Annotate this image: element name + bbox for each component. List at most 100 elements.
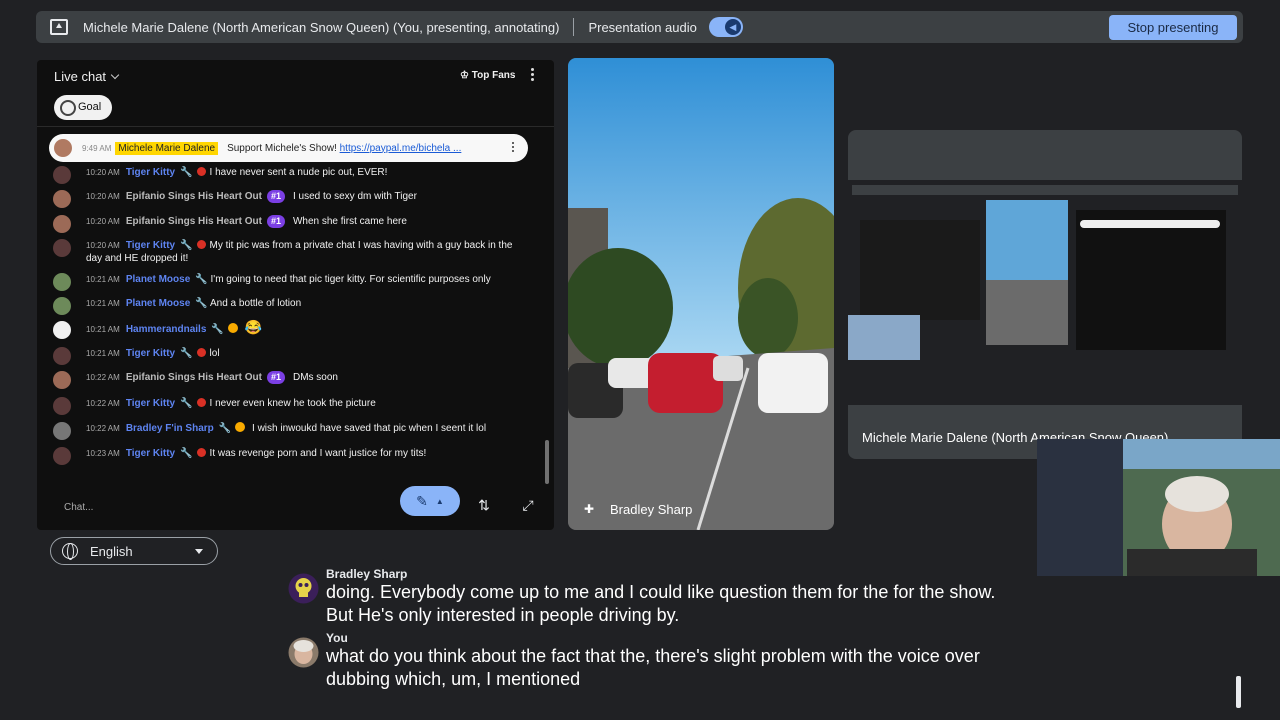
crown-icon: ♔: [460, 70, 472, 81]
avatar: [288, 637, 319, 668]
goal-chip[interactable]: Goal: [54, 95, 112, 120]
divider: [573, 18, 575, 36]
chat-message: 10:21 AM Tiger Kitty 🔧 lol: [53, 347, 523, 365]
captions-area: Bradley Sharp doing. Everybody come up t…: [288, 567, 1008, 691]
coin-icon: [235, 422, 246, 432]
caption-speaker: Bradley Sharp: [326, 567, 408, 581]
chat-message: 10:20 AM Epifanio Sings His Heart Out #1 I …: [53, 190, 523, 208]
expand-icon: ⤢: [522, 496, 534, 513]
avatar: [53, 166, 71, 184]
meet-window: Michele Marie Dalene (North American Sno…: [0, 0, 1280, 720]
pinned-message[interactable]: 9:49 AM Michele Marie Dalene Support Mic…: [49, 134, 528, 162]
fan-rank-badge: #1: [266, 215, 285, 228]
pin-icon: ✚: [584, 502, 595, 516]
wrench-icon: 🔧: [218, 423, 232, 434]
caret-down-icon: [195, 548, 203, 554]
author-name[interactable]: Epifanio Sings His Heart Out: [126, 372, 262, 383]
globe-icon: [62, 543, 78, 560]
chat-message: 10:22 AM Tiger Kitty 🔧 I never even knew he…: [53, 397, 523, 415]
swap-button[interactable]: ⇅: [470, 490, 498, 520]
status-icon: [196, 240, 206, 249]
pinned-text: Support Michele's Show! https://paypal.m…: [227, 142, 462, 154]
participant-name: Bradley Sharp: [610, 502, 693, 517]
author-name[interactable]: Epifanio Sings His Heart Out: [126, 216, 262, 227]
top-fans-button[interactable]: ♔ Top Fans: [460, 70, 515, 81]
presenting-bar: Michele Marie Dalene (North American Sno…: [36, 11, 1243, 43]
author-name[interactable]: Tiger Kitty: [126, 240, 175, 251]
avatar: [53, 239, 71, 257]
shared-screen-preview: [848, 180, 1242, 405]
status-icon: [196, 448, 206, 457]
annotate-pen-button[interactable]: ✎ ▲: [400, 486, 460, 516]
author-name[interactable]: Tiger Kitty: [126, 167, 175, 178]
chat-message: 10:21 AM Hammerandnails 🔧 😂: [53, 320, 523, 339]
screen-thumbnail: [848, 180, 1242, 405]
author-name[interactable]: Tiger Kitty: [126, 448, 175, 459]
expand-button[interactable]: ⤢: [513, 490, 543, 520]
avatar: [53, 190, 71, 208]
presentation-audio-label: Presentation audio: [588, 19, 697, 35]
coin-icon: [227, 323, 238, 333]
wrench-icon: 🔧: [195, 298, 210, 309]
status-icon: [196, 398, 206, 407]
chat-message: 10:20 AM Tiger Kitty 🔧 I have never sent a …: [53, 166, 523, 184]
live-chat-dropdown[interactable]: Live chat: [54, 69, 120, 84]
speaker-icon: ◀: [724, 19, 741, 35]
avatar: [53, 347, 71, 365]
more-options-icon[interactable]: [512, 142, 515, 154]
avatar: [53, 321, 71, 339]
live-chat-panel: Live chat ♔ Top Fans Goal 9:49 AM Michel…: [37, 60, 554, 530]
avatar: [53, 297, 71, 315]
caption-entry: Bradley Sharp doing. Everybody come up t…: [288, 567, 1008, 627]
paypal-link[interactable]: https://paypal.me/bichela ...: [340, 143, 462, 154]
wrench-icon: 🔧: [180, 398, 193, 409]
participant-tile-street[interactable]: ✚ Bradley Sharp: [568, 58, 834, 530]
fan-rank-badge: #1: [266, 190, 285, 203]
skull-avatar-icon: [288, 573, 319, 604]
wrench-icon: 🔧: [180, 348, 193, 359]
author-name[interactable]: Planet Moose: [126, 298, 190, 309]
wrench-icon: 🔧: [180, 448, 193, 459]
author-name[interactable]: Hammerandnails: [126, 324, 207, 335]
chat-message: 10:21 AM Planet Moose 🔧 And a bottle of lo…: [53, 297, 523, 315]
avatar: [53, 273, 71, 291]
presentation-audio-toggle[interactable]: ◀: [708, 17, 743, 37]
author-name[interactable]: Tiger Kitty: [126, 348, 175, 359]
participant-tile-presenter[interactable]: Michele Marie Dalene (North American Sno…: [848, 130, 1242, 459]
divider: [37, 126, 554, 127]
wrench-icon: 🔧: [211, 324, 224, 335]
status-icon: [196, 167, 206, 176]
presenting-title: Michele Marie Dalene (North American Sno…: [83, 19, 560, 35]
self-view-camera: [1037, 439, 1280, 576]
street-video: [568, 58, 834, 530]
avatar: [53, 422, 71, 440]
swap-icon: ⇅: [478, 496, 490, 513]
avatar: [53, 371, 71, 389]
author-name[interactable]: Tiger Kitty: [126, 398, 175, 409]
pinned-time: 9:49 AM: [82, 143, 112, 153]
stop-presenting-button[interactable]: Stop presenting: [1109, 15, 1237, 40]
author-name[interactable]: Epifanio Sings His Heart Out: [126, 191, 262, 202]
avatar: [53, 447, 71, 465]
chat-message: 10:22 AM Epifanio Sings His Heart Out #1 DM…: [53, 371, 523, 389]
more-options-icon[interactable]: [531, 68, 535, 82]
caption-speaker: You: [326, 631, 348, 645]
caption-scrollbar[interactable]: [1236, 676, 1241, 708]
live-chat-label: Live chat: [54, 69, 107, 84]
wrench-icon: 🔧: [195, 274, 211, 285]
chevron-down-icon: [110, 70, 120, 80]
author-name[interactable]: Bradley F'in Sharp: [126, 423, 214, 434]
pen-icon: ✎: [416, 492, 428, 509]
chat-message: 10:20 AM Epifanio Sings His Heart Out #1 Wh…: [53, 215, 523, 233]
wrench-icon: 🔧: [180, 167, 193, 178]
chat-scrollbar[interactable]: [545, 440, 549, 484]
caption-language-select[interactable]: English: [50, 537, 218, 565]
caret-up-icon: ▲: [435, 496, 444, 506]
chat-message: 10:20 AM Tiger Kitty 🔧 My tit pic was from …: [53, 239, 523, 265]
chat-input[interactable]: Chat...: [55, 497, 395, 519]
status-icon: [196, 348, 206, 357]
chat-message-list[interactable]: 10:20 AM Tiger Kitty 🔧 I have never sent a …: [37, 164, 554, 484]
caption-text: what do you think about the fact that th…: [326, 646, 980, 689]
author-name[interactable]: Planet Moose: [126, 274, 190, 285]
avatar: [54, 139, 72, 157]
